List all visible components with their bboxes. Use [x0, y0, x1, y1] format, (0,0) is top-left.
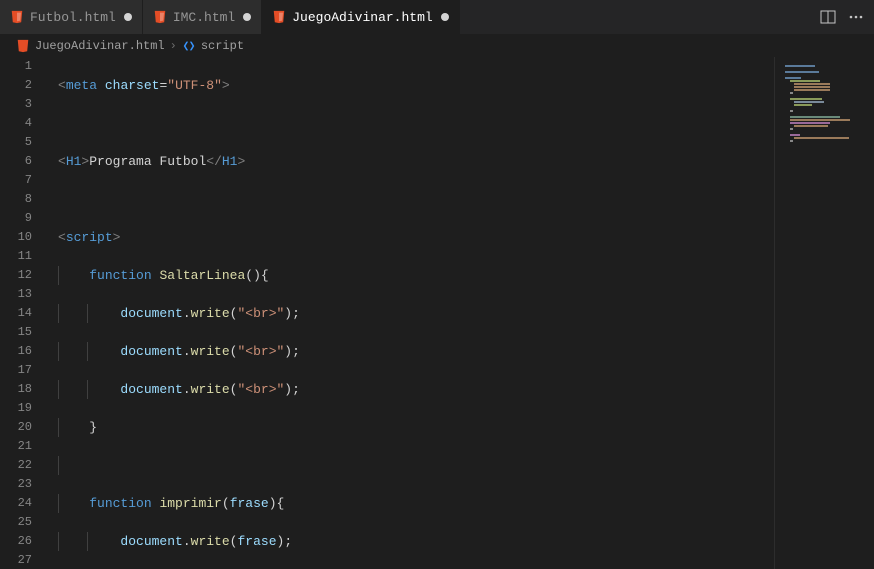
line-number: 14	[0, 304, 32, 323]
tab-futbol[interactable]: Futbol.html	[0, 0, 143, 34]
tab-label: JuegoAdivinar.html	[292, 10, 432, 25]
line-number: 19	[0, 399, 32, 418]
breadcrumb[interactable]: JuegoAdivinar.html › script	[0, 35, 874, 57]
line-number: 6	[0, 152, 32, 171]
html-file-icon	[153, 10, 167, 24]
line-number: 1	[0, 57, 32, 76]
line-gutter: 1 2 3 4 5 6 7 8 9 10 11 12 13 14 15 16 1…	[0, 57, 48, 569]
line-number: 12	[0, 266, 32, 285]
editor-area: 1 2 3 4 5 6 7 8 9 10 11 12 13 14 15 16 1…	[0, 57, 874, 569]
line-number: 11	[0, 247, 32, 266]
line-number: 7	[0, 171, 32, 190]
minimap-preview	[785, 65, 864, 143]
chevron-right-icon: ›	[170, 39, 177, 53]
line-number: 5	[0, 133, 32, 152]
line-number: 16	[0, 342, 32, 361]
line-number: 24	[0, 494, 32, 513]
tab-bar: Futbol.html IMC.html JuegoAdivinar.html	[0, 0, 874, 35]
line-number: 8	[0, 190, 32, 209]
script-symbol-icon	[182, 39, 196, 53]
breadcrumb-symbol: script	[201, 39, 244, 53]
line-number: 10	[0, 228, 32, 247]
line-number: 9	[0, 209, 32, 228]
split-editor-icon[interactable]	[820, 9, 836, 25]
line-number: 21	[0, 437, 32, 456]
line-number: 23	[0, 475, 32, 494]
modified-indicator-icon	[441, 13, 449, 21]
breadcrumb-file: JuegoAdivinar.html	[35, 39, 165, 53]
modified-indicator-icon	[243, 13, 251, 21]
line-number: 2	[0, 76, 32, 95]
more-actions-icon[interactable]	[848, 9, 864, 25]
line-number: 25	[0, 513, 32, 532]
line-number: 13	[0, 285, 32, 304]
html-file-icon	[272, 10, 286, 24]
line-number: 27	[0, 551, 32, 569]
tab-label: Futbol.html	[30, 10, 116, 25]
tab-juego[interactable]: JuegoAdivinar.html	[262, 0, 459, 34]
code-content[interactable]: <meta charset="UTF-8"> <H1>Programa Futb…	[48, 57, 774, 569]
minimap[interactable]	[774, 57, 874, 569]
line-number: 15	[0, 323, 32, 342]
tab-label: IMC.html	[173, 10, 235, 25]
line-number: 18	[0, 380, 32, 399]
line-number: 4	[0, 114, 32, 133]
tab-imc[interactable]: IMC.html	[143, 0, 262, 34]
modified-indicator-icon	[124, 13, 132, 21]
line-number: 22	[0, 456, 32, 475]
line-number: 3	[0, 95, 32, 114]
html-file-icon	[10, 10, 24, 24]
line-number: 26	[0, 532, 32, 551]
html-file-icon	[16, 39, 30, 53]
line-number: 20	[0, 418, 32, 437]
line-number: 17	[0, 361, 32, 380]
